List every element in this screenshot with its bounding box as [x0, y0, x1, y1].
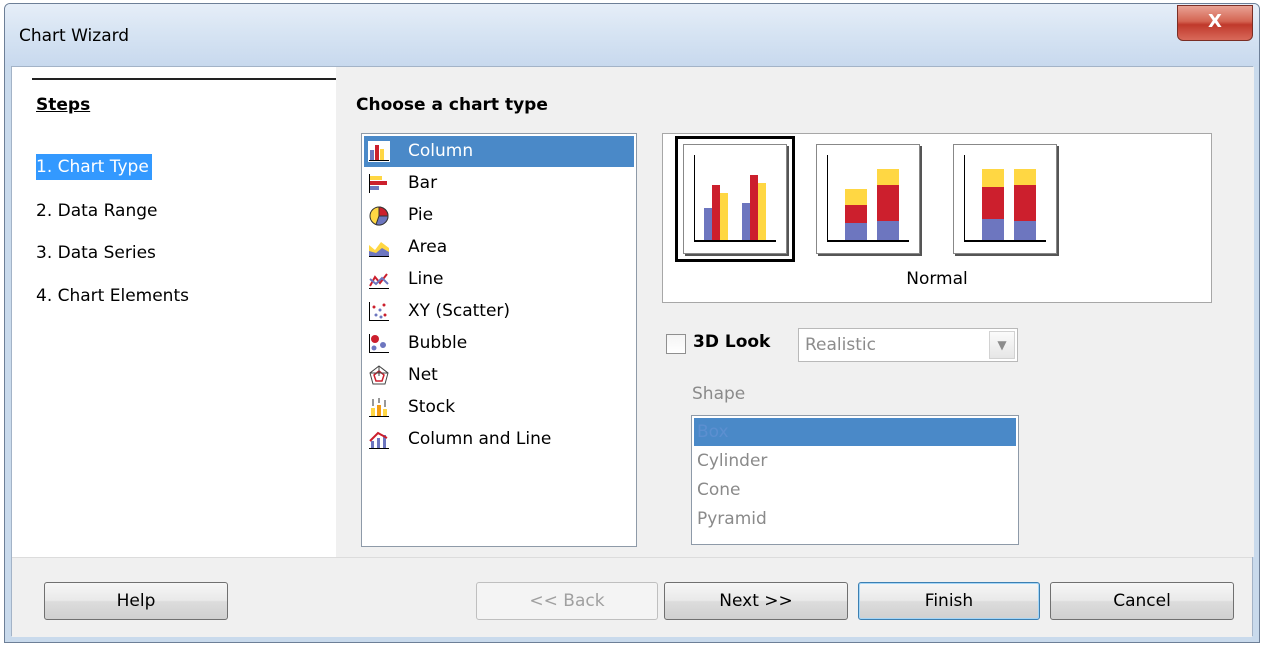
chart-type-list[interactable]: Column Bar Pie Area Line XY (Scatter) Bu… — [361, 133, 637, 547]
shape-option-cylinder[interactable]: Cylinder — [694, 447, 1016, 475]
chart-type-label: Bar — [408, 173, 438, 193]
shape-option-pyramid[interactable]: Pyramid — [694, 505, 1016, 533]
bubble-chart-icon — [369, 334, 389, 353]
column-chart-icon — [368, 141, 390, 162]
area-chart-icon — [369, 242, 389, 257]
close-button[interactable]: X — [1177, 5, 1253, 41]
chart-type-label: XY (Scatter) — [408, 301, 511, 321]
step-data-range[interactable]: 2. Data Range — [36, 198, 161, 224]
chart-type-column[interactable]: Column — [364, 136, 634, 167]
chart-type-label: Column — [408, 141, 474, 161]
3d-look-label[interactable]: 3D Look — [693, 332, 770, 352]
chart-wizard-dialog: Chart Wizard X Steps 1. Chart Type 2. Da… — [4, 3, 1260, 643]
variant-normal[interactable] — [675, 136, 795, 262]
stock-chart-icon — [369, 398, 389, 417]
variant-stacked[interactable] — [816, 144, 920, 254]
chart-type-bubble[interactable]: Bubble — [364, 328, 634, 359]
dialog-body: Steps 1. Chart Type 2. Data Range 3. Dat… — [11, 66, 1254, 637]
button-bar: Help << Back Next >> Finish Cancel — [12, 557, 1252, 637]
chart-type-label: Stock — [408, 397, 456, 417]
steps-divider — [32, 78, 338, 80]
panel-heading: Choose a chart type — [356, 95, 548, 115]
chart-type-area[interactable]: Area — [364, 232, 634, 263]
window-title: Chart Wizard — [19, 26, 130, 46]
shape-list[interactable]: Box Cylinder Cone Pyramid — [691, 415, 1019, 545]
step-chart-type[interactable]: 1. Chart Type — [36, 154, 152, 180]
chart-type-label: Area — [408, 237, 448, 257]
variant-percent-stacked[interactable] — [953, 144, 1057, 254]
chart-type-label: Pie — [408, 205, 434, 225]
shape-option-cone[interactable]: Cone — [694, 476, 1016, 504]
column-line-chart-icon — [369, 431, 389, 449]
chart-type-xy-scatter[interactable]: XY (Scatter) — [364, 296, 634, 327]
title-bar[interactable]: Chart Wizard X — [5, 4, 1259, 66]
chart-type-bar[interactable]: Bar — [364, 168, 634, 199]
shape-option-box[interactable]: Box — [694, 418, 1016, 446]
variant-caption: Normal — [906, 269, 968, 289]
stacked-columns-thumbnail — [827, 155, 909, 242]
chart-variant-panel: Normal — [662, 133, 1212, 303]
step-data-series[interactable]: 3. Data Series — [36, 240, 159, 266]
help-button[interactable]: Help — [44, 582, 228, 620]
line-chart-icon — [369, 273, 389, 289]
back-button[interactable]: << Back — [476, 582, 658, 620]
chart-type-column-and-line[interactable]: Column and Line — [364, 424, 634, 455]
3d-scheme-value: Realistic — [805, 335, 876, 355]
chart-type-stock[interactable]: Stock — [364, 392, 634, 423]
scatter-chart-icon — [369, 302, 389, 321]
pie-chart-icon — [369, 206, 389, 226]
step-chart-elements[interactable]: 4. Chart Elements — [36, 283, 192, 309]
chart-type-panel: Choose a chart type Column Bar Pie Area … — [336, 67, 1254, 557]
steps-heading: Steps — [36, 95, 91, 115]
chart-type-label: Line — [408, 269, 444, 289]
3d-scheme-dropdown[interactable]: Realistic ▼ — [798, 328, 1018, 362]
chart-type-line[interactable]: Line — [364, 264, 634, 295]
next-button[interactable]: Next >> — [664, 582, 848, 620]
chart-type-label: Bubble — [408, 333, 468, 353]
steps-panel: Steps 1. Chart Type 2. Data Range 3. Dat… — [12, 67, 338, 557]
cancel-button[interactable]: Cancel — [1050, 582, 1234, 620]
percent-stacked-columns-thumbnail — [964, 155, 1046, 242]
shape-label: Shape — [692, 384, 746, 404]
3d-look-checkbox[interactable] — [666, 334, 686, 354]
normal-columns-thumbnail — [694, 155, 776, 242]
finish-button[interactable]: Finish — [858, 582, 1040, 620]
chart-type-label: Net — [408, 365, 438, 385]
chart-type-net[interactable]: Net — [364, 360, 634, 391]
net-chart-icon — [369, 365, 389, 385]
bar-chart-icon — [369, 174, 387, 193]
chart-type-pie[interactable]: Pie — [364, 200, 634, 231]
chart-type-label: Column and Line — [408, 429, 552, 449]
chevron-down-icon[interactable]: ▼ — [989, 331, 1015, 359]
